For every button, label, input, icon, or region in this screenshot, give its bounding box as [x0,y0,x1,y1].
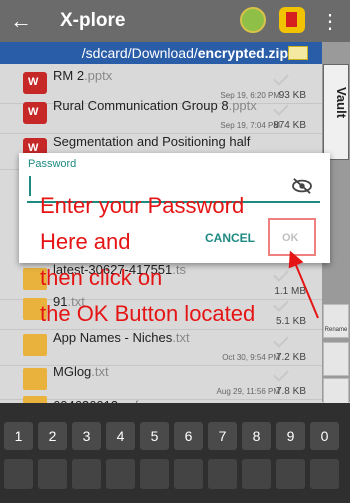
annotation-line: the OK Button located [40,301,256,326]
checkbox[interactable] [273,366,289,382]
key[interactable] [38,459,67,489]
cancel-button[interactable]: CANCEL [205,231,255,245]
arrow-left-icon[interactable]: ← [10,8,32,34]
list-item[interactable]: Rural Communication Group 8.pptx Sep 19,… [0,94,322,134]
zip-icon [288,46,308,60]
checkbox[interactable] [273,296,289,312]
text-cursor [29,176,31,196]
tool-button[interactable] [323,342,349,376]
app-bar: ← X-plore ⋮ [0,0,350,42]
checkbox[interactable] [273,70,289,86]
document-icon [23,102,47,124]
annotation-line: Enter your Password [40,193,245,218]
key[interactable] [174,459,203,489]
key[interactable]: 1 [4,422,33,450]
key[interactable]: 4 [106,422,135,450]
key[interactable] [106,459,135,489]
key[interactable] [242,459,271,489]
visibility-off-icon[interactable] [291,177,313,195]
key[interactable]: 7 [208,422,237,450]
key[interactable]: 3 [72,422,101,450]
key[interactable]: 8 [242,422,271,450]
path-bar: /sdcard/Download/encrypted.zip [0,42,322,64]
checkbox[interactable] [273,266,289,282]
checkbox[interactable] [273,332,289,348]
app-badge-icon[interactable] [240,7,266,33]
rename-tool[interactable]: Rename [323,304,349,338]
key[interactable] [72,459,101,489]
document-icon [23,72,47,94]
key[interactable] [310,459,339,489]
vault-tab[interactable]: Vault [323,64,349,160]
checkbox[interactable] [273,100,289,116]
key[interactable]: 9 [276,422,305,450]
key[interactable] [276,459,305,489]
key[interactable]: 6 [174,422,203,450]
key[interactable] [140,459,169,489]
ok-button[interactable]: OK [282,232,299,244]
key[interactable]: 2 [38,422,67,450]
annotation-line: then click on [40,265,163,290]
ok-highlight: OK [268,218,316,256]
bookmark-icon[interactable] [279,7,305,33]
key[interactable]: 5 [140,422,169,450]
key[interactable] [4,459,33,489]
app-title: X-plore [60,10,126,31]
key[interactable]: 0 [310,422,339,450]
password-label: Password [28,158,77,170]
current-path[interactable]: /sdcard/Download/encrypted.zip [82,45,288,61]
key[interactable] [208,459,237,489]
keyboard-row [4,459,346,499]
more-vert-icon[interactable]: ⋮ [320,9,340,34]
folder-icon [23,334,47,356]
keyboard: 1 2 3 4 5 6 7 8 9 0 [0,403,350,503]
folder-icon [23,368,47,390]
annotation-line: Here and [40,229,131,254]
